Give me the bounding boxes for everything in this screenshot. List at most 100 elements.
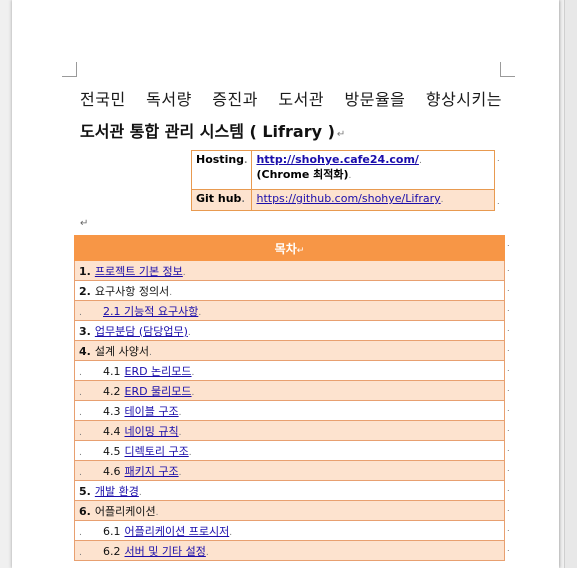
github-link[interactable]: https://github.com/shohye/Lifrary [256, 192, 440, 205]
toc-item-number: 4.5 [103, 444, 121, 458]
indent-mark: . [79, 427, 82, 438]
toc-table: 목차↵ 1. 프로젝트 기본 정보. 2. 요구사항 정의서.. 2.1 기능적 요구사… [74, 235, 505, 561]
toc-item-number: 4. [79, 344, 91, 358]
title-word: 독서량 [146, 90, 192, 109]
title-word: 전국민 [80, 90, 126, 109]
title-line-2-text: 도서관 통합 관리 시스템 ( Lifrary ) [80, 122, 335, 141]
row-end-mark: . [507, 404, 510, 413]
toc-row: . 4.5 디렉토리 구조. [74, 440, 505, 461]
toc-item-text[interactable]: ERD 물리모드 [125, 385, 192, 398]
crop-mark-top-left [62, 62, 77, 77]
toc-row: 4. 설계 사양서. [74, 340, 505, 361]
toc-row: . 4.4 네이밍 규칙. [74, 420, 505, 441]
toc-cell: 3. 업무분담 (담당업무). [74, 320, 505, 341]
toc-row: . 4.2 ERD 물리모드. [74, 380, 505, 401]
toc-cell: 4. 설계 사양서. [74, 340, 505, 361]
crop-mark-top-right [500, 62, 515, 77]
row-end-mark: . [507, 239, 510, 248]
toc-header-row: 목차↵ [74, 235, 505, 261]
toc-item-text[interactable]: 패키지 구조 [125, 465, 179, 478]
toc-item-number: 1. [79, 264, 91, 278]
title-word: 향상시키는 [425, 90, 502, 109]
cell-end-mark: . [497, 197, 500, 206]
row-end-mark: . [507, 384, 510, 393]
info-table: Hosting. http://shohye.cafe24.com/. (Chr… [190, 150, 495, 211]
toc-item-text[interactable]: 업무분담 (담당업무) [95, 325, 188, 338]
toc-item-number: 4.4 [103, 424, 121, 438]
row-end-mark: . [507, 264, 510, 273]
indent-mark: . [79, 307, 82, 318]
indent-mark: . [79, 407, 82, 418]
toc-cell: 5. 개발 환경. [74, 480, 505, 501]
toc-item-text[interactable]: 2.1 기능적 요구사항 [103, 305, 198, 318]
indent-mark: . [79, 527, 82, 538]
toc-item-text: 요구사항 정의서 [94, 284, 170, 298]
hosting-value: http://shohye.cafe24.com/. (Chrome 최적화). [251, 150, 495, 190]
toc-item-text[interactable]: 디렉토리 구조 [125, 445, 189, 458]
toc-row: 3. 업무분담 (담당업무). [74, 320, 505, 341]
document-page: 전국민 독서량 증진과 도서관 방문율을 향상시키는 도서관 통합 관리 시스템… [12, 0, 559, 568]
title-word: 도서관 [278, 90, 325, 109]
toc-cell: 6. 어플리케이션. [74, 500, 505, 521]
toc-cell: . 6.1 어플리케이션 프로시저. [74, 520, 505, 541]
toc-cell: . 6.2 서버 및 기타 설정. [74, 540, 505, 561]
hosting-label: Hosting. [190, 150, 253, 190]
toc-item-number: 4.6 [103, 464, 121, 478]
toc-row: . 4.6 패키지 구조. [74, 460, 505, 481]
row-end-mark: . [507, 504, 510, 513]
row-end-mark: . [507, 424, 510, 433]
toc-row: . 2.1 기능적 요구사항. [74, 300, 505, 321]
row-end-mark: . [507, 344, 510, 353]
toc-item-text[interactable]: 네이밍 규칙 [125, 425, 179, 438]
github-label: Git hub. [190, 189, 253, 211]
toc-item-text[interactable]: 어플리케이션 프로시저 [125, 525, 230, 538]
toc-item-text[interactable]: 개발 환경 [95, 485, 139, 498]
toc-item-number: 4.1 [103, 364, 121, 378]
toc-cell: . 4.4 네이밍 규칙. [74, 420, 505, 441]
row-end-mark: . [507, 444, 510, 453]
indent-mark: . [79, 547, 82, 558]
toc-heading: 목차↵ [74, 235, 505, 261]
title-line-1: 전국민 독서량 증진과 도서관 방문율을 향상시키는 [80, 86, 502, 110]
toc-item-number: 4.3 [103, 404, 121, 418]
toc-cell: . 4.3 테이블 구조. [74, 400, 505, 421]
toc-item-text: 어플리케이션 [94, 504, 156, 518]
cell-end-mark: . [497, 154, 500, 163]
toc-item-number: 2. [79, 284, 91, 298]
vertical-scrollbar[interactable] [564, 0, 577, 568]
row-end-mark: . [507, 524, 510, 533]
toc-item-number: 3. [79, 324, 91, 338]
toc-item-text: 설계 사양서 [94, 344, 149, 358]
toc-cell: . 4.6 패키지 구조. [74, 460, 505, 481]
indent-mark: . [79, 387, 82, 398]
row-end-mark: . [507, 304, 510, 313]
indent-mark: . [79, 367, 82, 378]
row-end-mark: . [507, 544, 510, 553]
paragraph-mark-icon: ↵ [336, 129, 346, 140]
row-end-mark: . [507, 484, 510, 493]
toc-item-text[interactable]: 프로젝트 기본 정보 [95, 265, 183, 278]
toc-item-text[interactable]: 테이블 구조 [125, 405, 179, 418]
toc-item-text[interactable]: 서버 및 기타 설정 [125, 545, 206, 558]
paragraph-mark-icon: ↵ [80, 218, 89, 229]
title-word: 증진과 [212, 90, 258, 109]
info-row-github: Git hub. https://github.com/shohye/Lifra… [190, 189, 495, 211]
row-end-mark: . [507, 364, 510, 373]
toc-item-number: 5. [79, 484, 91, 498]
toc-item-number: 6.2 [103, 544, 121, 558]
row-end-mark: . [507, 464, 510, 473]
row-end-mark: . [507, 284, 510, 293]
toc-cell: . 4.1 ERD 논리모드. [74, 360, 505, 381]
toc-row: . 6.1 어플리케이션 프로시저. [74, 520, 505, 541]
toc-item-number: 6. [79, 504, 91, 518]
hosting-note: (Chrome 최적화) [256, 168, 349, 181]
toc-cell: . 4.2 ERD 물리모드. [74, 380, 505, 401]
hosting-link[interactable]: http://shohye.cafe24.com/ [256, 153, 418, 166]
toc-item-text[interactable]: ERD 논리모드 [125, 365, 192, 378]
indent-mark: . [79, 467, 82, 478]
toc-item-number: 6.1 [103, 524, 121, 538]
toc-cell: . 2.1 기능적 요구사항. [74, 300, 505, 321]
title-word: 방문율을 [344, 90, 406, 109]
toc-row: 2. 요구사항 정의서. [74, 280, 505, 301]
row-end-mark: . [507, 324, 510, 333]
